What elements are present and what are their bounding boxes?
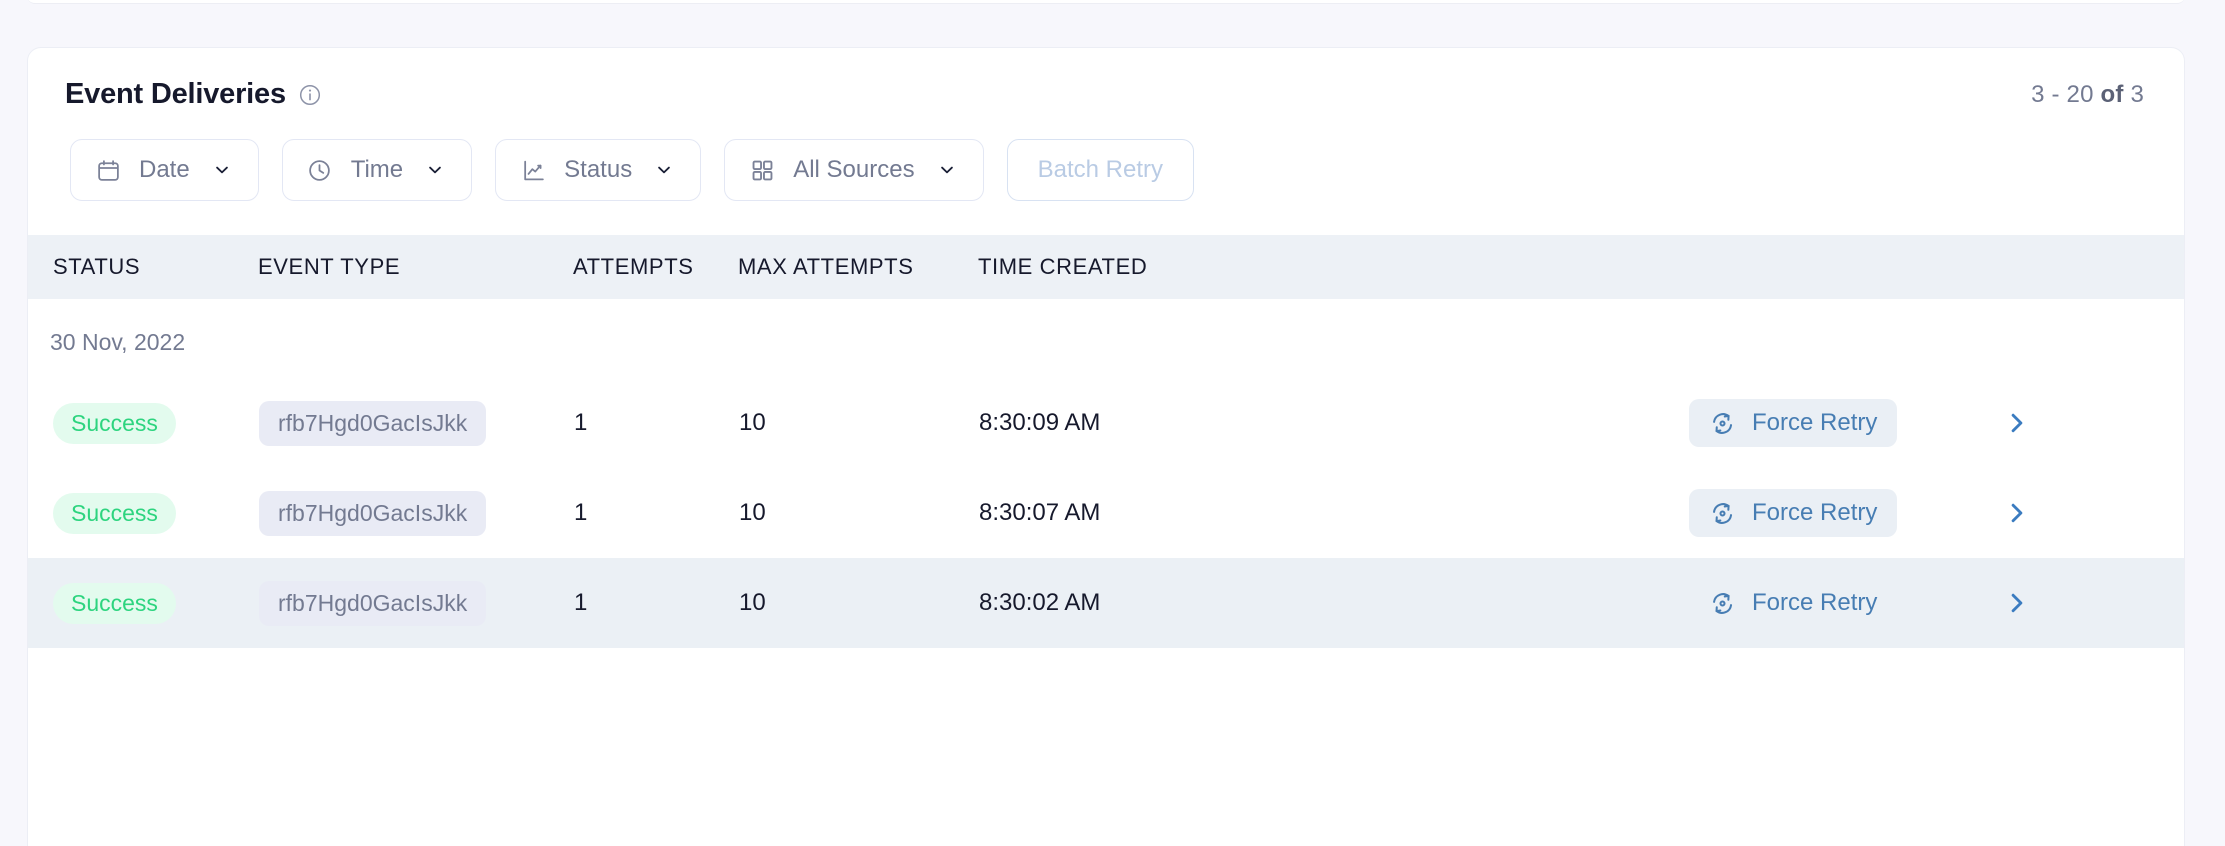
force-retry-label: Force Retry [1752, 499, 1878, 526]
chevron-down-icon [654, 160, 674, 180]
table-head: STATUS EVENT TYPE ATTEMPTS MAX ATTEMPTS … [28, 235, 2184, 299]
calendar-icon [95, 157, 121, 183]
chevron-right-icon[interactable] [1997, 493, 2037, 533]
cell-attempts: 1 [574, 589, 588, 616]
page-title: Event Deliveries [65, 78, 286, 110]
cell-max-attempts: 10 [739, 499, 766, 526]
info-circle-icon[interactable] [299, 84, 321, 106]
filter-date-label: Date [139, 156, 190, 183]
actions-group: Force Retry [1679, 489, 2183, 537]
chevron-down-icon [425, 160, 445, 180]
chevron-right-icon[interactable] [1997, 583, 2037, 623]
force-retry-label: Force Retry [1752, 409, 1878, 436]
column-header-max-attempts: MAX ATTEMPTS [738, 254, 914, 279]
filter-date-button[interactable]: Date [70, 139, 259, 201]
column-header-actions [1678, 235, 2184, 299]
status-badge: Success [53, 402, 176, 444]
retry-icon [1709, 590, 1736, 617]
cell-status: Success [28, 378, 258, 468]
cell-event-type: rfb7Hgd0GacIsJkk [258, 558, 573, 648]
status-badge: Success [53, 492, 176, 534]
event-type-chip: rfb7Hgd0GacIsJkk [259, 580, 487, 626]
filter-time-label: Time [350, 156, 404, 183]
card-header: Event Deliveries 3 - 20 of 3 [28, 48, 2184, 109]
cell-event-type: rfb7Hgd0GacIsJkk [258, 378, 573, 468]
force-retry-wrap: Force Retry [1679, 399, 1898, 447]
force-retry-button[interactable]: Force Retry [1689, 489, 1898, 537]
event-deliveries-table: STATUS EVENT TYPE ATTEMPTS MAX ATTEMPTS … [28, 235, 2184, 648]
title-group: Event Deliveries [65, 80, 321, 109]
pagination-summary: 3 - 20 of 3 [2031, 81, 2144, 109]
cell-time-created: 8:30:09 AM [979, 409, 1101, 436]
actions-group: Force Retry [1679, 399, 2183, 447]
table-header-row: STATUS EVENT TYPE ATTEMPTS MAX ATTEMPTS … [28, 235, 2184, 299]
grid-icon [749, 157, 775, 183]
table-body: 30 Nov, 2022 Success rfb7Hgd0GacIsJkk 1 … [28, 299, 2184, 648]
table-row[interactable]: Success rfb7Hgd0GacIsJkk 1 10 8:30:07 AM [28, 468, 2184, 558]
actions-group: Force Retry [1679, 579, 2183, 627]
cell-max-attempts: 10 [739, 589, 766, 616]
table-row[interactable]: Success rfb7Hgd0GacIsJkk 1 10 8:30:09 AM [28, 378, 2184, 468]
cell-actions: Force Retry [1678, 468, 2184, 558]
chevron-right-icon[interactable] [1997, 403, 2037, 443]
force-retry-label: Force Retry [1752, 589, 1878, 616]
retry-icon [1709, 500, 1736, 527]
cell-actions: Force Retry [1678, 378, 2184, 468]
batch-retry-button[interactable]: Batch Retry [1006, 139, 1194, 201]
column-header-status: STATUS [53, 254, 141, 279]
cell-time-created: 8:30:02 AM [979, 589, 1101, 616]
filter-bar: Date Time Status All Sources Batch Retry [28, 109, 2184, 201]
column-header-time-created: TIME CREATED [978, 254, 1148, 279]
force-retry-wrap: Force Retry [1679, 489, 1898, 537]
filter-sources-button[interactable]: All Sources [724, 139, 984, 201]
clock-icon [307, 157, 333, 183]
column-header-event-type: EVENT TYPE [258, 254, 401, 279]
cell-actions: Force Retry [1678, 558, 2184, 648]
column-header-attempts: ATTEMPTS [573, 254, 694, 279]
table-row[interactable]: Success rfb7Hgd0GacIsJkk 1 10 8:30:02 AM [28, 558, 2184, 648]
batch-retry-label: Batch Retry [1037, 156, 1163, 183]
previous-card-sliver [27, 0, 2185, 4]
filter-status-label: Status [564, 156, 633, 183]
cell-status: Success [28, 558, 258, 648]
date-group-row: 30 Nov, 2022 [28, 299, 2184, 378]
line-chart-icon [520, 157, 546, 183]
event-deliveries-card: Event Deliveries 3 - 20 of 3 Date Time S… [27, 47, 2185, 846]
retry-icon [1709, 410, 1736, 437]
force-retry-wrap: Force Retry [1679, 579, 1897, 627]
pagination-of: of [2100, 80, 2124, 108]
pagination-range: 3 - 20 [2031, 80, 2101, 108]
status-badge: Success [53, 582, 176, 624]
filter-time-button[interactable]: Time [281, 139, 473, 201]
event-type-chip: rfb7Hgd0GacIsJkk [259, 490, 487, 536]
force-retry-button[interactable]: Force Retry [1689, 399, 1898, 447]
chevron-down-icon [937, 160, 957, 180]
page-root: Event Deliveries 3 - 20 of 3 Date Time S… [0, 0, 2225, 846]
cell-time-created: 8:30:07 AM [979, 499, 1101, 526]
cell-status: Success [28, 468, 258, 558]
filter-status-button[interactable]: Status [495, 139, 702, 201]
cell-attempts: 1 [574, 499, 588, 526]
chevron-down-icon [212, 160, 232, 180]
cell-max-attempts: 10 [739, 409, 766, 436]
cell-attempts: 1 [574, 409, 588, 436]
force-retry-button[interactable]: Force Retry [1689, 579, 1897, 627]
cell-event-type: rfb7Hgd0GacIsJkk [258, 468, 573, 558]
pagination-total: 3 [2123, 80, 2144, 108]
filter-sources-label: All Sources [793, 156, 915, 183]
date-group-label: 30 Nov, 2022 [50, 329, 186, 355]
event-type-chip: rfb7Hgd0GacIsJkk [259, 400, 487, 446]
